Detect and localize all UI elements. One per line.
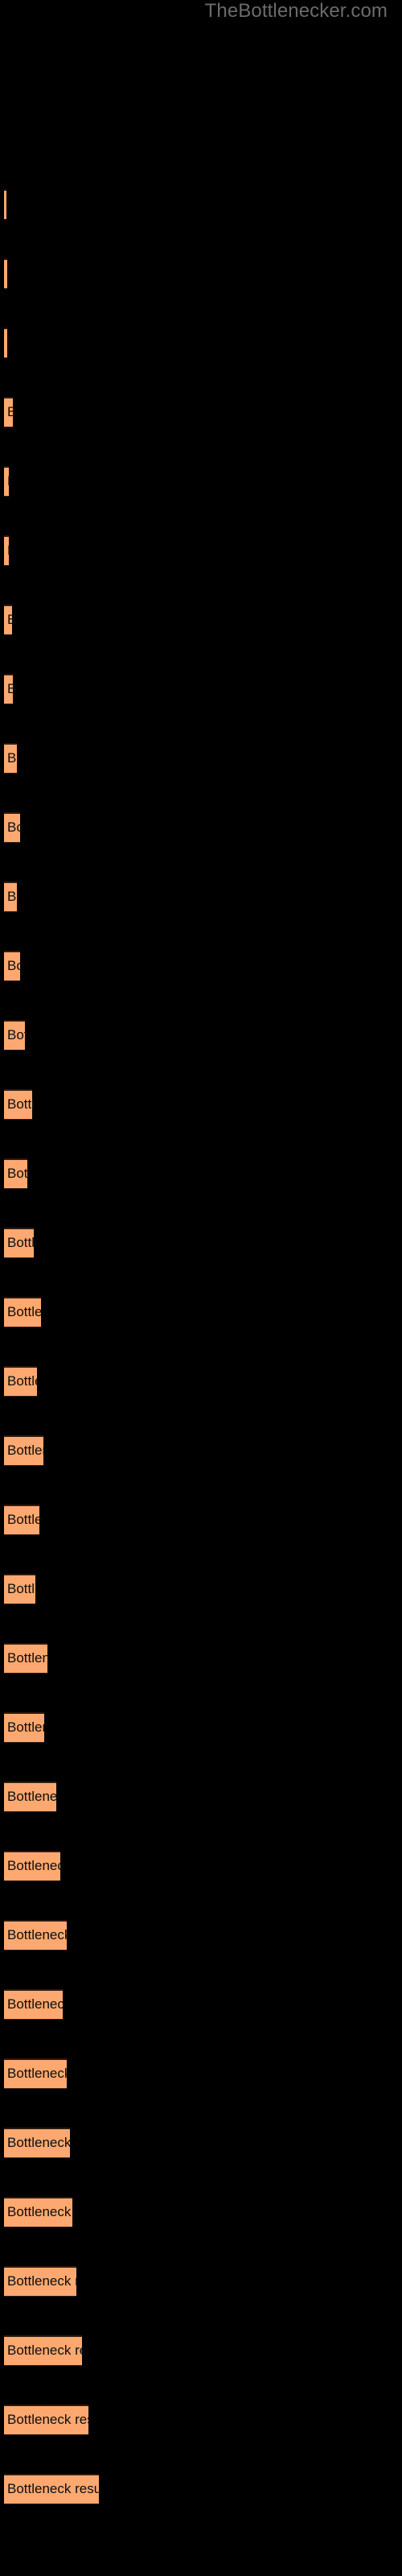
bar-row: Bottleneck result — [0, 1226, 402, 1261]
bar-row: Bottleneck result — [0, 1088, 402, 1122]
bar-row: Bottleneck result — [0, 1364, 402, 1399]
bar[interactable] — [4, 189, 6, 220]
bar-row: Bottleneck result — [0, 2264, 402, 2299]
bar[interactable] — [4, 328, 7, 358]
bar[interactable] — [4, 1643, 47, 1674]
bottleneck-bar-chart: TheBottlenecker.com Bottleneck resultBot… — [0, 0, 402, 2576]
bar[interactable] — [4, 881, 17, 912]
bar-row: Bottleneck result — [0, 1988, 402, 2022]
bar-row: Bottleneck result — [0, 1295, 402, 1330]
bar[interactable] — [4, 605, 12, 635]
bar-row: Bottleneck result — [0, 1503, 402, 1538]
bar[interactable] — [4, 1989, 63, 2020]
bar[interactable] — [4, 812, 20, 843]
bar[interactable] — [4, 1228, 34, 1258]
bar[interactable] — [4, 2335, 82, 2366]
bar[interactable] — [4, 466, 9, 497]
bar-row: Bottleneck result — [0, 2126, 402, 2161]
bar-row: Bottleneck result — [0, 1780, 402, 1814]
bar-row: Bottleneck result — [0, 949, 402, 984]
bar-row: Bottleneck result — [0, 464, 402, 499]
bar-row: Bottleneck result — [0, 672, 402, 707]
bar[interactable] — [4, 258, 7, 289]
bar-row: Bottleneck result — [0, 326, 402, 361]
bar[interactable] — [4, 1435, 43, 1466]
bar-row: Bottleneck result — [0, 811, 402, 845]
bar-row: Bottleneck result — [0, 395, 402, 430]
bar[interactable] — [4, 951, 20, 981]
bar[interactable] — [4, 1574, 35, 1604]
bar-row: Bottleneck result — [0, 1157, 402, 1191]
bar[interactable] — [4, 2266, 76, 2297]
bar[interactable] — [4, 397, 13, 427]
chart-plot-area: Bottleneck result Bottleneck result Bottle… — [0, 0, 402, 2576]
bar[interactable] — [4, 1851, 60, 1881]
bar[interactable] — [4, 2405, 88, 2435]
bar-row: Bottleneck result — [0, 2057, 402, 2091]
bar-row: Bottleneck result — [0, 1918, 402, 1953]
bar-row: Bottleneck result — [0, 1572, 402, 1607]
bar[interactable] — [4, 2197, 72, 2227]
bar-row: Bottleneck result — [0, 1018, 402, 1053]
bar[interactable] — [4, 1366, 37, 1397]
bar-row: Bottleneck result — [0, 2195, 402, 2230]
bar[interactable] — [4, 1297, 41, 1327]
bar-row: Bottleneck result — [0, 1641, 402, 1676]
bar[interactable] — [4, 1158, 27, 1189]
bar-row: Bottleneck result — [0, 880, 402, 914]
bar-row: Bottleneck result — [0, 257, 402, 291]
bar[interactable] — [4, 1712, 44, 1743]
bar[interactable] — [4, 535, 9, 566]
bar-row: Bottleneck result — [0, 2472, 402, 2507]
bar[interactable] — [4, 674, 13, 704]
bar[interactable] — [4, 1505, 39, 1535]
bar-row: Bottleneck result — [0, 2334, 402, 2368]
bar[interactable] — [4, 1920, 67, 1951]
bar-row: Bottleneck result — [0, 741, 402, 776]
bar-row: Bottleneck result — [0, 2403, 402, 2438]
bar-row: Bottleneck result — [0, 534, 402, 568]
bar-row: Bottleneck result — [0, 1849, 402, 1884]
bar[interactable] — [4, 1089, 32, 1120]
bar[interactable] — [4, 743, 17, 774]
bar[interactable] — [4, 2058, 67, 2089]
bar-row: Bottleneck result — [0, 188, 402, 222]
bar[interactable] — [4, 1020, 25, 1051]
bar[interactable] — [4, 2474, 99, 2504]
bar[interactable] — [4, 1781, 56, 1812]
bar-row: Bottleneck result — [0, 603, 402, 638]
bar[interactable] — [4, 2128, 70, 2158]
bar-row: Bottleneck result — [0, 1711, 402, 1745]
bar-row: Bottleneck result — [0, 1434, 402, 1468]
